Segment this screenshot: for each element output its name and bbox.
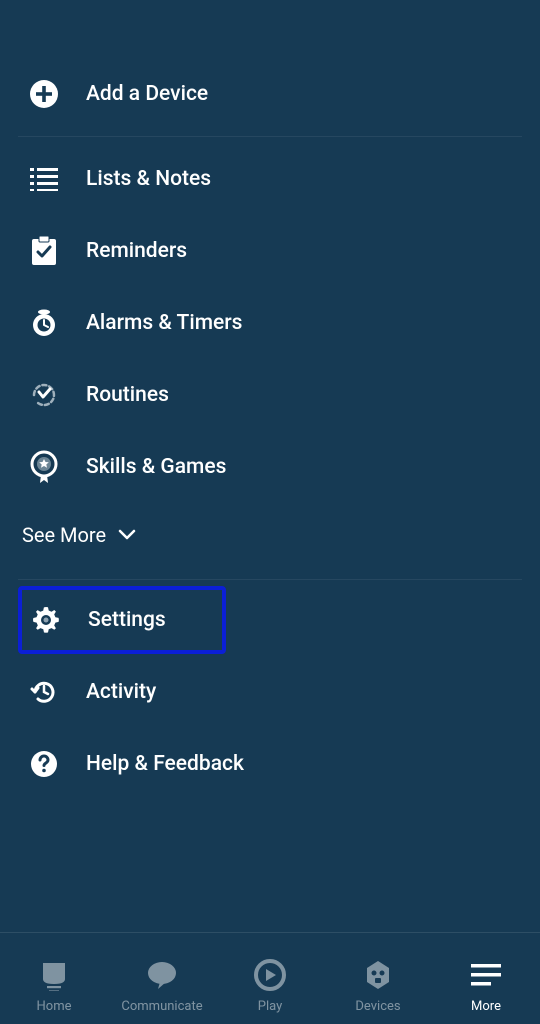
menu-activity[interactable]: Activity xyxy=(18,656,522,728)
menu-label: Alarms & Timers xyxy=(86,311,242,335)
nav-home[interactable]: Home xyxy=(4,955,104,1014)
see-more-label: See More xyxy=(22,523,106,547)
alarm-clock-icon xyxy=(28,307,60,339)
nav-label: Home xyxy=(37,999,72,1014)
menu-alarms-timers[interactable]: Alarms & Timers xyxy=(18,287,522,359)
menu-label: Skills & Games xyxy=(86,455,226,479)
menu-reminders[interactable]: Reminders xyxy=(18,215,522,287)
nav-label: Communicate xyxy=(121,999,202,1014)
see-more-toggle[interactable]: See More xyxy=(18,503,522,573)
plus-circle-icon xyxy=(28,78,60,110)
menu-add-device[interactable]: Add a Device xyxy=(18,58,522,130)
divider xyxy=(18,579,522,580)
menu-settings[interactable]: Settings xyxy=(18,586,226,654)
history-icon xyxy=(28,676,60,708)
menu-routines[interactable]: Routines xyxy=(18,359,522,431)
menu-lists-notes[interactable]: Lists & Notes xyxy=(18,143,522,215)
menu-label: Reminders xyxy=(86,239,187,263)
home-icon xyxy=(39,955,69,995)
menu-label: Routines xyxy=(86,383,169,407)
chevron-down-icon xyxy=(118,529,136,541)
nav-communicate[interactable]: Communicate xyxy=(112,955,212,1014)
nav-devices[interactable]: Devices xyxy=(328,955,428,1014)
menu-help-feedback[interactable]: Help & Feedback xyxy=(18,728,522,800)
nav-label: Play xyxy=(258,999,283,1014)
question-circle-icon xyxy=(28,748,60,780)
menu-skills-games[interactable]: Skills & Games xyxy=(18,431,522,503)
divider xyxy=(18,136,522,137)
play-circle-icon xyxy=(254,955,286,995)
star-badge-icon xyxy=(28,451,60,483)
chat-bubble-icon xyxy=(146,955,178,995)
routines-icon xyxy=(28,379,60,411)
bottom-nav: Home Communicate Play D xyxy=(0,932,540,1024)
menu-label: Help & Feedback xyxy=(86,752,244,776)
gear-icon xyxy=(30,604,62,636)
menu-label: Add a Device xyxy=(86,82,208,106)
clipboard-check-icon xyxy=(28,235,60,267)
devices-icon xyxy=(363,955,393,995)
hamburger-icon xyxy=(469,955,503,995)
menu-label: Activity xyxy=(86,680,156,704)
nav-more[interactable]: More xyxy=(436,955,536,1014)
nav-label: More xyxy=(471,999,501,1014)
menu-label: Lists & Notes xyxy=(86,167,211,191)
list-icon xyxy=(28,163,60,195)
nav-play[interactable]: Play xyxy=(220,955,320,1014)
menu-label: Settings xyxy=(88,608,166,632)
nav-label: Devices xyxy=(355,999,400,1014)
